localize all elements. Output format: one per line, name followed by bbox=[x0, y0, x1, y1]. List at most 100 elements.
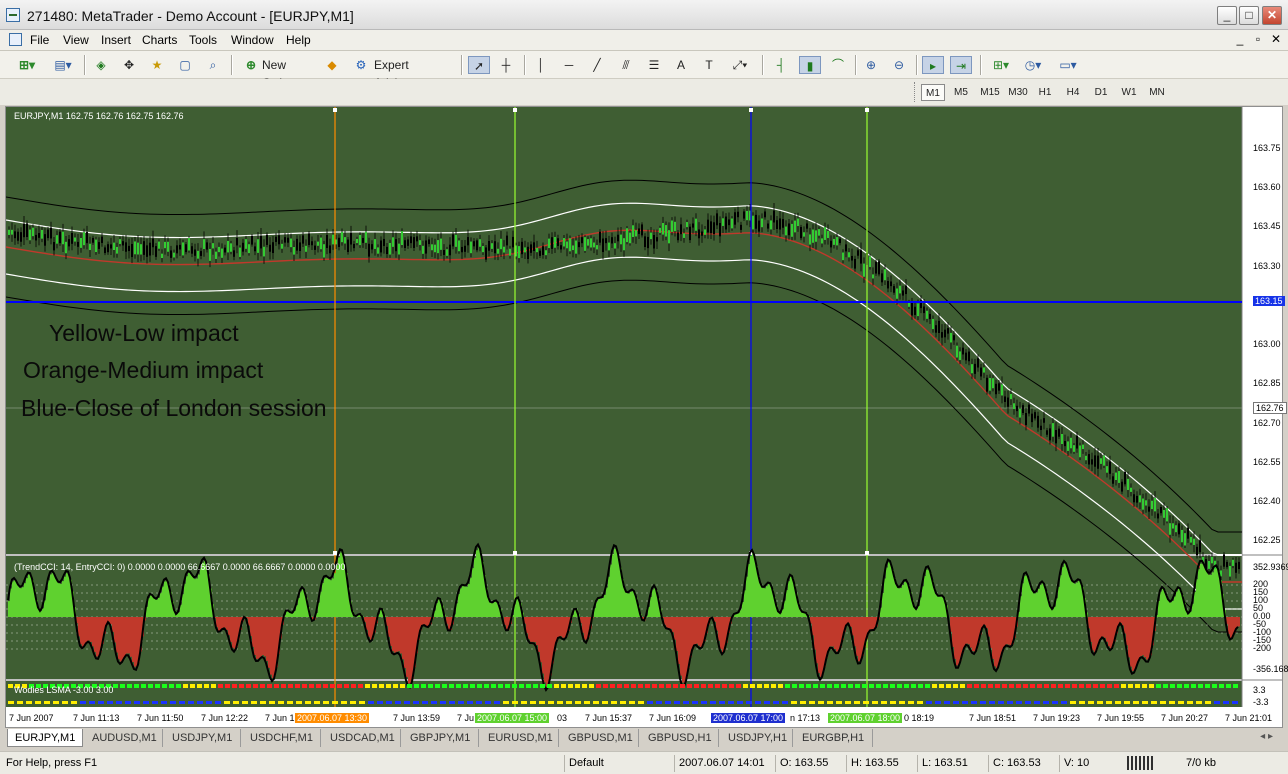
text-tool-icon[interactable]: A bbox=[672, 56, 690, 74]
candle-body bbox=[1124, 471, 1126, 485]
candle-body bbox=[734, 212, 736, 225]
tab-usdcad-m1[interactable]: USDCAD,M1 bbox=[323, 729, 401, 747]
cci-histogram-bar bbox=[1108, 617, 1110, 647]
expert-advisors-icon[interactable]: ⚙ bbox=[352, 56, 370, 74]
candle-body bbox=[569, 238, 571, 252]
lsma-dot bbox=[113, 684, 118, 688]
tab-gbpusd-h1[interactable]: GBPUSD,H1 bbox=[641, 729, 719, 747]
tab-gbpusd-m1[interactable]: GBPUSD,M1 bbox=[561, 729, 639, 747]
cci-histogram-bar bbox=[700, 617, 702, 648]
tab-gbpjpy-m1[interactable]: GBPJPY,M1 bbox=[403, 729, 479, 747]
lsma-dot bbox=[281, 684, 286, 688]
menu-window[interactable]: Window bbox=[231, 33, 274, 47]
market-watch-icon[interactable]: ◈ bbox=[92, 56, 110, 74]
menu-help[interactable]: Help bbox=[286, 33, 311, 47]
period-w1-button[interactable]: W1 bbox=[1117, 84, 1141, 101]
candle-body bbox=[998, 383, 1000, 391]
tab-usdchf-m1[interactable]: USDCHF,M1 bbox=[243, 729, 321, 747]
candle-body bbox=[575, 240, 577, 254]
bar-chart-icon[interactable]: ┤ bbox=[772, 56, 790, 74]
new-order-button[interactable]: New Order bbox=[262, 56, 318, 90]
mdi-close-button[interactable]: ✕ bbox=[1269, 32, 1283, 46]
profiles-icon[interactable]: ▤▾ bbox=[48, 56, 78, 74]
line-chart-icon[interactable]: ⌒ bbox=[829, 56, 847, 74]
cci-histogram-bar bbox=[828, 617, 830, 651]
periodicity-clock-icon[interactable]: ◷▾ bbox=[1020, 56, 1046, 74]
tab-eurjpy-m1[interactable]: EURJPY,M1 bbox=[7, 729, 83, 747]
zoom-in-icon[interactable]: ⊕ bbox=[862, 56, 880, 74]
candle-body bbox=[854, 258, 856, 269]
period-h1-button[interactable]: H1 bbox=[1033, 84, 1057, 101]
expert-advisors-button[interactable]: Expert Advisors bbox=[374, 56, 454, 90]
cci-histogram-bar bbox=[490, 602, 492, 617]
period-m1-button[interactable]: M1 bbox=[921, 84, 945, 101]
candle-body bbox=[629, 232, 631, 244]
templates-icon[interactable]: ▭▾ bbox=[1054, 56, 1082, 74]
chart-window[interactable]: EURJPY,M1 162.75 162.76 162.75 162.76 (T… bbox=[5, 106, 1288, 728]
candle-body bbox=[1058, 428, 1060, 437]
crosshair-navigator-icon[interactable]: ✥ bbox=[120, 56, 138, 74]
period-m30-button[interactable]: M30 bbox=[1005, 84, 1031, 101]
tab-eurgbp-h1[interactable]: EURGBP,H1 bbox=[795, 729, 873, 747]
zoom-out-icon[interactable]: ⊖ bbox=[890, 56, 908, 74]
cci-histogram-bar bbox=[16, 582, 18, 617]
tester-icon[interactable]: ⌕ bbox=[204, 56, 222, 74]
period-h4-button[interactable]: H4 bbox=[1061, 84, 1085, 101]
trendline-icon[interactable]: ╱ bbox=[588, 56, 606, 74]
period-d1-button[interactable]: D1 bbox=[1089, 84, 1113, 101]
menu-file[interactable]: File bbox=[30, 33, 49, 47]
cursor-arrow-icon[interactable]: ➚ bbox=[468, 56, 490, 74]
candle-body bbox=[302, 235, 304, 244]
candlestick-icon[interactable]: ▮ bbox=[799, 56, 821, 74]
cci-histogram-bar bbox=[516, 599, 518, 617]
tab-usdjpy-m1[interactable]: USDJPY,M1 bbox=[165, 729, 241, 747]
text-label-icon[interactable]: T bbox=[700, 56, 718, 74]
lsma-dot bbox=[750, 684, 755, 688]
candle-body bbox=[368, 243, 370, 257]
cci-histogram-bar bbox=[194, 579, 196, 617]
favorites-star-icon[interactable]: ★ bbox=[148, 56, 166, 74]
vertical-line-icon[interactable]: │ bbox=[532, 56, 550, 74]
cci-histogram-bar bbox=[400, 617, 402, 654]
indicators-icon[interactable]: ⊞▾ bbox=[988, 56, 1014, 74]
candle-body bbox=[638, 228, 640, 234]
new-chart-icon[interactable]: ⊞▾ bbox=[12, 56, 42, 74]
chart-shift-icon[interactable]: ⇥ bbox=[950, 56, 972, 74]
terminal-icon[interactable]: ▢ bbox=[176, 56, 194, 74]
current-price-tag: 162.76 bbox=[1253, 402, 1287, 414]
maximize-button[interactable]: □ bbox=[1239, 6, 1259, 25]
minimize-button[interactable]: _ bbox=[1217, 6, 1237, 25]
cci-histogram-bar bbox=[898, 588, 900, 617]
mdi-minimize-button[interactable]: _ bbox=[1233, 32, 1247, 46]
period-m15-button[interactable]: M15 bbox=[977, 84, 1003, 101]
crosshair-icon[interactable]: ┼ bbox=[496, 56, 516, 74]
tab-usdjpy-h1[interactable]: USDJPY,H1 bbox=[721, 729, 793, 747]
new-order-icon[interactable]: ⊕ bbox=[242, 56, 260, 74]
period-m5-button[interactable]: M5 bbox=[949, 84, 973, 101]
lsma-signal-dot bbox=[1232, 701, 1238, 704]
cci-histogram-bar bbox=[1200, 563, 1202, 617]
arrows-tool-icon[interactable]: ⤢▾ bbox=[728, 56, 752, 74]
metaeditor-diamond-icon[interactable]: ◆ bbox=[323, 56, 341, 74]
price-label: 162.70 bbox=[1253, 418, 1281, 428]
horizontal-line-icon[interactable]: ─ bbox=[560, 56, 578, 74]
autoscroll-icon[interactable]: ▸ bbox=[922, 56, 944, 74]
tab-audusd-m1[interactable]: AUDUSD,M1 bbox=[85, 729, 163, 747]
mdi-restore-button[interactable]: ▫ bbox=[1251, 32, 1265, 46]
tab-scroll-arrows-icon[interactable]: ◂ ▸ bbox=[1260, 731, 1273, 742]
candle-body bbox=[593, 242, 595, 248]
lsma-dot bbox=[841, 684, 846, 688]
menu-tools[interactable]: Tools bbox=[189, 33, 217, 47]
tab-eurusd-m1[interactable]: EURUSD,M1 bbox=[481, 729, 559, 747]
fibonacci-icon[interactable]: ☰ bbox=[644, 56, 664, 74]
cci-histogram-bar bbox=[96, 617, 98, 657]
period-mn-button[interactable]: MN bbox=[1145, 84, 1169, 101]
menu-insert[interactable]: Insert bbox=[101, 33, 131, 47]
menu-charts[interactable]: Charts bbox=[142, 33, 177, 47]
menu-view[interactable]: View bbox=[63, 33, 89, 47]
close-button[interactable]: ✕ bbox=[1262, 6, 1282, 25]
lsma-signal-dot bbox=[242, 701, 248, 704]
candle-body bbox=[521, 241, 523, 255]
channel-icon[interactable]: ⫻ bbox=[616, 56, 636, 74]
cci-histogram-bar bbox=[1194, 591, 1196, 617]
